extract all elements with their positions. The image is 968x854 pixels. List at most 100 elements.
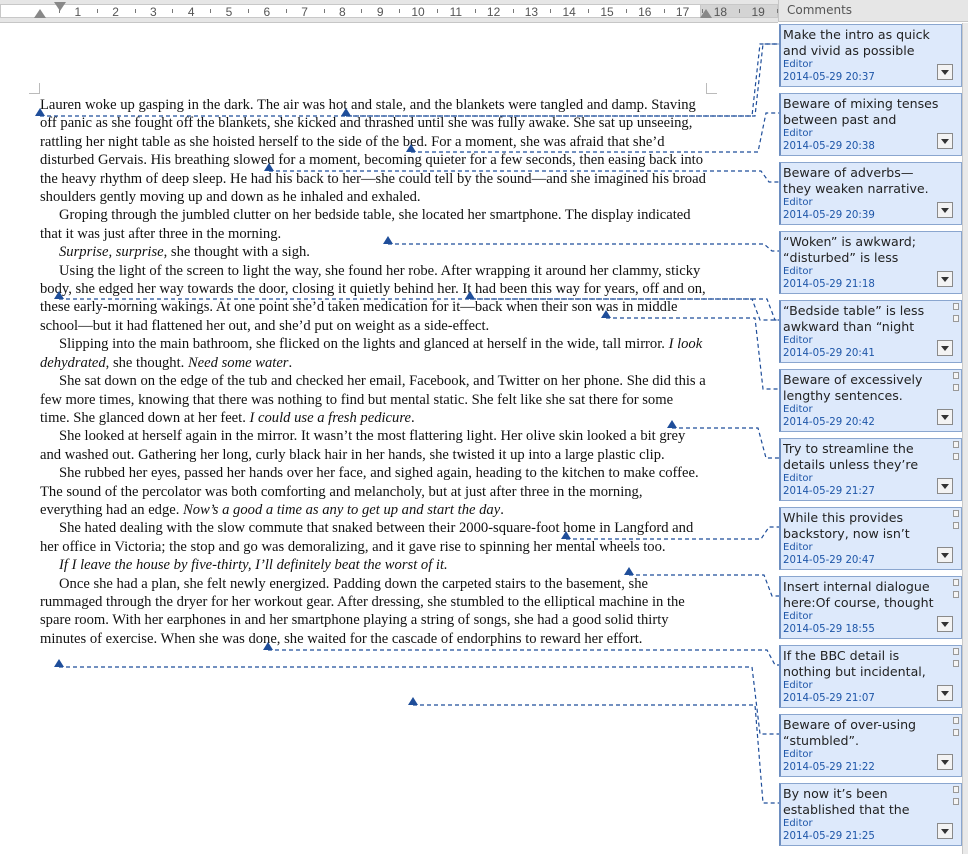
comment-text[interactable]: Beware of mixing tenses between past and… bbox=[783, 96, 941, 129]
paragraph[interactable]: She rubbed her eyes, passed her hands ov… bbox=[40, 464, 706, 519]
comment-menu-dropdown-icon[interactable] bbox=[937, 685, 953, 701]
paragraph[interactable]: If I leave the house by five-thirty, I’l… bbox=[40, 556, 706, 574]
scroll-up-icon[interactable] bbox=[953, 303, 959, 310]
comments-panel-header: Comments bbox=[778, 0, 968, 22]
comment-menu-dropdown-icon[interactable] bbox=[937, 271, 953, 287]
ruler-number: 3 bbox=[150, 5, 157, 19]
scroll-down-icon[interactable] bbox=[953, 315, 959, 322]
scroll-up-icon[interactable] bbox=[953, 579, 959, 586]
ruler-number: 4 bbox=[187, 5, 195, 19]
paragraph[interactable]: Using the light of the screen to light t… bbox=[40, 262, 706, 336]
paragraph[interactable]: Slipping into the main bathroom, she fli… bbox=[40, 335, 706, 372]
comment-card[interactable]: “Woken” is awkward; “disturbed” is less E… bbox=[779, 231, 962, 294]
right-indent-marker[interactable] bbox=[700, 9, 712, 18]
scroll-up-icon[interactable] bbox=[953, 441, 959, 448]
paragraph[interactable]: She hated dealing with the slow commute … bbox=[40, 519, 706, 556]
comment-scroll-arrows[interactable] bbox=[953, 303, 960, 335]
comment-card[interactable]: Beware of mixing tenses between past and… bbox=[779, 93, 962, 156]
scroll-up-icon[interactable] bbox=[953, 372, 959, 379]
scroll-up-icon[interactable] bbox=[953, 648, 959, 655]
scroll-down-icon[interactable] bbox=[953, 798, 959, 805]
ruler-minor-tick bbox=[588, 9, 590, 13]
comment-author: Editor bbox=[783, 818, 813, 829]
comment-menu-dropdown-icon[interactable] bbox=[937, 409, 953, 425]
comment-date: 2014-05-29 20:47 bbox=[783, 555, 875, 566]
comment-scroll-arrows[interactable] bbox=[953, 579, 960, 611]
comment-scroll-arrows[interactable] bbox=[953, 510, 960, 542]
paragraph[interactable]: Groping through the jumbled clutter on h… bbox=[40, 206, 706, 243]
comment-date: 2014-05-29 18:55 bbox=[783, 624, 875, 635]
comment-text[interactable]: If the BBC detail is nothing but inciden… bbox=[783, 648, 941, 681]
horizontal-ruler[interactable]: 1 2 3 4 5 6 7 8 9 10 11 12 13 14 15 16 17 18 19 bbox=[0, 0, 779, 23]
text-run: . bbox=[500, 501, 504, 518]
ruler-number: 13 bbox=[524, 5, 539, 19]
ruler-minor-tick bbox=[399, 9, 401, 13]
comment-menu-dropdown-icon[interactable] bbox=[937, 340, 953, 356]
comment-text[interactable]: By now it’s been established that the bbox=[783, 786, 941, 819]
ruler-minor-tick bbox=[96, 9, 98, 13]
comment-menu-dropdown-icon[interactable] bbox=[937, 202, 953, 218]
comment-card[interactable]: Try to streamline the details unless the… bbox=[779, 438, 962, 501]
comment-scroll-arrows[interactable] bbox=[953, 372, 960, 404]
paragraph[interactable]: She looked at herself again in the mirro… bbox=[40, 427, 706, 464]
comment-date: 2014-05-29 21:22 bbox=[783, 762, 875, 773]
comment-text[interactable]: Try to streamline the details unless the… bbox=[783, 441, 941, 474]
comment-text[interactable]: Beware of over-using “stumbled”. bbox=[783, 717, 941, 750]
sidebar-scrollbar[interactable] bbox=[962, 23, 968, 854]
comment-card[interactable]: While this provides backstory, now isn’t… bbox=[779, 507, 962, 570]
comment-menu-dropdown-icon[interactable] bbox=[937, 64, 953, 80]
comment-text[interactable]: While this provides backstory, now isn’t bbox=[783, 510, 941, 543]
paragraph[interactable]: Lauren woke up gasping in the dark. The … bbox=[40, 96, 706, 206]
first-line-indent-marker[interactable] bbox=[54, 2, 66, 11]
ruler-minor-tick bbox=[323, 9, 325, 13]
comment-menu-dropdown-icon[interactable] bbox=[937, 616, 953, 632]
comment-scroll-arrows[interactable] bbox=[953, 441, 960, 473]
scroll-up-icon[interactable] bbox=[953, 510, 959, 517]
ruler-number: 18 bbox=[713, 5, 728, 19]
comment-scroll-arrows[interactable] bbox=[953, 717, 960, 749]
scroll-down-icon[interactable] bbox=[953, 522, 959, 529]
scroll-down-icon[interactable] bbox=[953, 591, 959, 598]
comment-text[interactable]: Beware of excessively lengthy sentences. bbox=[783, 372, 941, 405]
paragraph[interactable]: Once she had a plan, she felt newly ener… bbox=[40, 575, 706, 649]
scroll-down-icon[interactable] bbox=[953, 660, 959, 667]
comment-menu-dropdown-icon[interactable] bbox=[937, 133, 953, 149]
comment-menu-dropdown-icon[interactable] bbox=[937, 478, 953, 494]
comment-menu-dropdown-icon[interactable] bbox=[937, 547, 953, 563]
comment-card[interactable]: Make the intro as quick and vivid as pos… bbox=[779, 24, 962, 87]
scroll-down-icon[interactable] bbox=[953, 729, 959, 736]
ruler-number: 19 bbox=[751, 5, 765, 19]
scroll-up-icon[interactable] bbox=[953, 717, 959, 724]
comment-scroll-arrows[interactable] bbox=[953, 648, 960, 680]
scroll-down-icon[interactable] bbox=[953, 453, 959, 460]
paragraph[interactable]: She sat down on the edge of the tub and … bbox=[40, 372, 706, 427]
comment-text[interactable]: Beware of adverbs—they weaken narrative. bbox=[783, 165, 941, 198]
comment-card[interactable]: Insert internal dialogue here:Of course,… bbox=[779, 576, 962, 639]
left-indent-marker[interactable] bbox=[34, 9, 46, 18]
scroll-down-icon[interactable] bbox=[953, 384, 959, 391]
scroll-up-icon[interactable] bbox=[953, 786, 959, 793]
comment-text[interactable]: “Bedside table” is less awkward than “ni… bbox=[783, 303, 941, 336]
document-body[interactable]: Lauren woke up gasping in the dark. The … bbox=[40, 96, 706, 648]
comment-menu-dropdown-icon[interactable] bbox=[937, 754, 953, 770]
comment-card[interactable]: By now it’s been established that the Edi… bbox=[779, 783, 962, 846]
italic-text-run: Surprise, surprise bbox=[59, 244, 164, 261]
paragraph[interactable]: Surprise, surprise, she thought with a s… bbox=[40, 243, 706, 261]
comment-card[interactable]: If the BBC detail is nothing but inciden… bbox=[779, 645, 962, 708]
comment-date: 2014-05-29 20:38 bbox=[783, 141, 875, 152]
comment-card[interactable]: “Bedside table” is less awkward than “ni… bbox=[779, 300, 962, 363]
ruler-number: 1 bbox=[74, 5, 82, 19]
ruler-minor-tick bbox=[512, 9, 514, 13]
comment-author: Editor bbox=[783, 611, 813, 622]
comment-text[interactable]: Insert internal dialogue here:Of course,… bbox=[783, 579, 941, 612]
comment-card[interactable]: Beware of over-using “stumbled”. Editor 20… bbox=[779, 714, 962, 777]
comment-text[interactable]: Make the intro as quick and vivid as pos… bbox=[783, 27, 941, 60]
comment-date: 2014-05-29 20:41 bbox=[783, 348, 875, 359]
comment-card[interactable]: Beware of excessively lengthy sentences.… bbox=[779, 369, 962, 432]
comment-scroll-arrows[interactable] bbox=[953, 786, 960, 818]
ruler-number: 12 bbox=[486, 5, 501, 19]
ruler-minor-tick bbox=[134, 9, 136, 13]
comment-text[interactable]: “Woken” is awkward; “disturbed” is less bbox=[783, 234, 941, 267]
comment-card[interactable]: Beware of adverbs—they weaken narrative.… bbox=[779, 162, 962, 225]
comment-menu-dropdown-icon[interactable] bbox=[937, 823, 953, 839]
